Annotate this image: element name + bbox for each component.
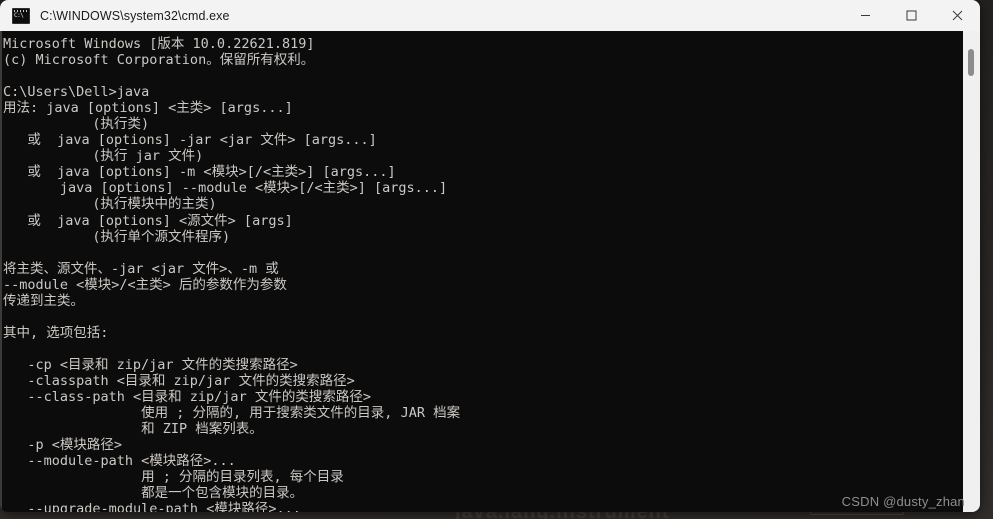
console-area[interactable]: Microsoft Windows [版本 10.0.22621.819] (c…	[0, 31, 980, 512]
watermark-text: CSDN @dusty_zhan	[841, 494, 965, 509]
console-scrollbar[interactable]	[963, 31, 980, 512]
maximize-button[interactable]	[888, 0, 934, 31]
scrollbar-thumb[interactable]	[968, 49, 974, 76]
minimize-button[interactable]	[842, 0, 888, 31]
console-output-text[interactable]: Microsoft Windows [版本 10.0.22621.819] (c…	[0, 31, 963, 512]
console-left-edge	[0, 31, 2, 512]
cmd-console-window: C:\WINDOWS\system32\cmd.exe Mi	[0, 0, 980, 512]
window-titlebar[interactable]: C:\WINDOWS\system32\cmd.exe	[0, 0, 980, 31]
window-controls	[842, 0, 980, 31]
close-button[interactable]	[934, 0, 980, 31]
window-title: C:\WINDOWS\system32\cmd.exe	[40, 8, 230, 23]
cmd-console-icon	[12, 7, 30, 24]
